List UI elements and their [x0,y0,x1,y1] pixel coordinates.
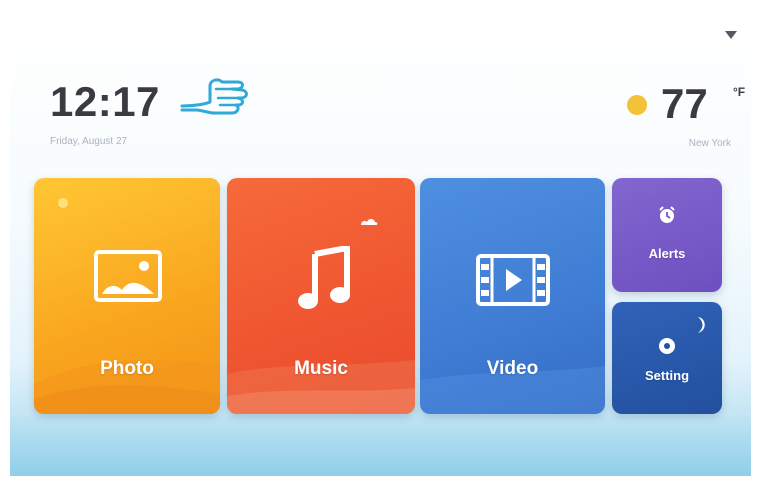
photo-label: Photo [100,358,154,379]
home-screen: 12:17 Friday, August 27 77 °F New York P… [10,10,751,476]
setting-tile[interactable]: Setting [612,302,722,414]
video-tile[interactable]: Video [420,178,605,414]
alarm-icon [659,206,675,223]
gear-icon [659,338,675,354]
clock-time: 12:17 [50,78,160,125]
temperature-unit: °F [733,85,746,99]
music-label: Music [294,358,348,379]
video-label: Video [486,358,539,379]
sun-icon [627,95,647,115]
photo-tile[interactable]: Photo [34,178,220,414]
city-text: New York [688,138,731,149]
cloud-icon [361,219,378,225]
photo-sun-sparkle-icon [58,198,68,208]
music-tile[interactable]: Music [227,178,415,414]
alerts-tile[interactable]: Alerts [612,178,722,292]
setting-label: Setting [644,368,690,383]
bottom-band [10,416,751,476]
hand-pointer-icon [180,78,248,115]
moon-icon [698,317,705,333]
music-note-icon [298,246,350,309]
wifi-icon [725,31,737,39]
temperature-value: 77 [661,80,708,127]
date-text: Friday, August 27 [50,136,128,147]
film-play-icon [476,254,550,306]
image-icon [94,250,162,302]
alerts-label: Alerts [648,246,686,261]
